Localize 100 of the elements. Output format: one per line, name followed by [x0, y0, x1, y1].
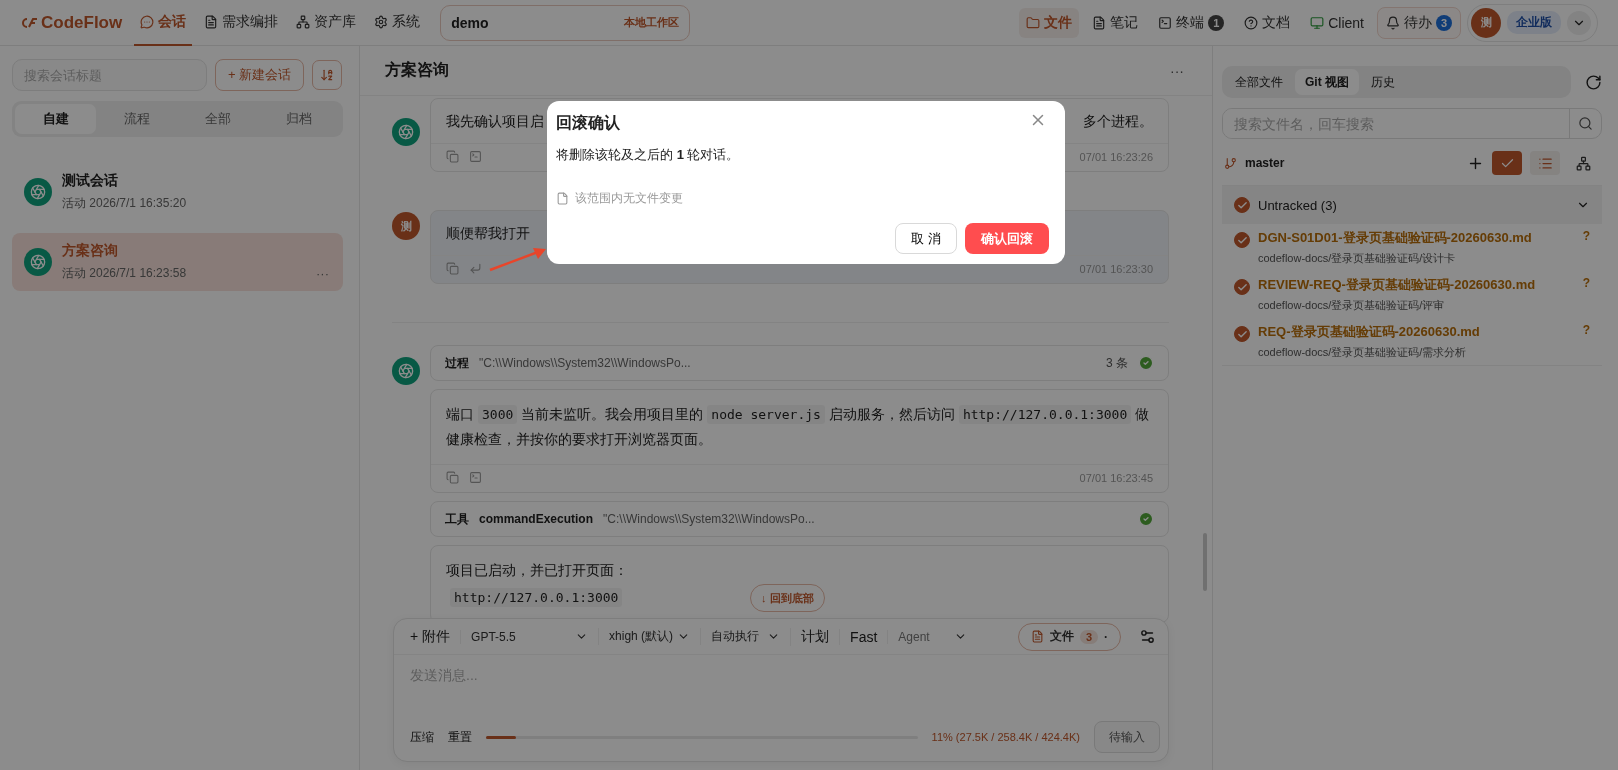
hierarchy-icon: [296, 14, 311, 29]
file-path: codeflow-docs/登录页基础验证码/评审: [1258, 298, 1446, 313]
tool-call-card[interactable]: 工具 commandExecution "C:\\Windows\\System32\\WindowsPo...: [430, 501, 1169, 537]
file-checkbox[interactable]: [1234, 326, 1250, 342]
session-item[interactable]: 方案咨询 活动 2026/7/1 16:23:58 ···: [12, 233, 343, 291]
reset-button[interactable]: 重置: [448, 728, 472, 746]
process-card[interactable]: 过程 "C:\\Windows\\System32\\WindowsPo... 3 条: [430, 345, 1169, 381]
sort-icon: [320, 68, 335, 82]
document-icon: [1092, 15, 1107, 30]
file-checkbox[interactable]: [1234, 279, 1250, 295]
session-item[interactable]: 测试会话 活动 2026/7/1 16:35:20: [12, 163, 343, 221]
confirm-button[interactable]: 确认回滚: [965, 223, 1049, 254]
file-item[interactable]: REQ-登录页基础验证码-20260630.md codeflow-docs/登录页基础验证码/需求分析 ?: [1222, 318, 1602, 365]
user-avatar: 测: [1471, 7, 1501, 38]
copy-icon[interactable]: [446, 471, 459, 484]
view-tab[interactable]: 全部文件: [1225, 69, 1293, 95]
file-icon: [556, 192, 569, 205]
more-icon[interactable]: ···: [316, 266, 329, 281]
file-path: codeflow-docs/登录页基础验证码/需求分析: [1258, 345, 1468, 360]
toolbar-tab[interactable]: 文件: [1019, 7, 1080, 38]
file-path: codeflow-docs/登录页基础验证码/设计卡: [1258, 251, 1457, 266]
step-label: 工具: [445, 510, 469, 528]
assistant-avatar: [24, 178, 52, 206]
toolbar-tab[interactable]: 终端 1: [1151, 7, 1232, 38]
file-group-header[interactable]: Untracked (3): [1222, 186, 1602, 224]
toolbar-tab[interactable]: Client: [1303, 7, 1371, 38]
agent-select[interactable]: Agent: [887, 629, 978, 644]
dialog-note: 该范围内无文件变更: [575, 190, 683, 207]
message-paragraph: 端口 3000 当前未监听。我会用项目里的 node server.js 启动服务，然后访问 http://127.0.0.1:3000 做健康检查，并按你的要求打开浏览器页面。: [446, 404, 1151, 449]
mode-select[interactable]: 自动执行: [700, 628, 791, 645]
plan-toggle[interactable]: 计划: [790, 627, 840, 646]
filter-tab[interactable]: 全部: [177, 104, 259, 134]
file-item[interactable]: REVIEW-REQ-登录页基础验证码-20260630.md codeflow-docs/登录页基础验证码/评审 ?: [1222, 271, 1602, 318]
workspace-selector[interactable]: demo 本地工作区: [440, 4, 691, 41]
view-tab[interactable]: 历史: [1361, 69, 1405, 95]
filter-tab[interactable]: 归档: [258, 104, 340, 134]
scroll-to-bottom-button[interactable]: ↓ 回到底部: [750, 584, 825, 612]
dialog-message: 将删除该轮及之后的 1 轮对话。: [556, 146, 741, 164]
list-view-button[interactable]: [1530, 151, 1560, 175]
nav-tab[interactable]: 需求编排: [198, 0, 285, 46]
plan-badge: 企业版: [1507, 11, 1561, 34]
toolbar-tab[interactable]: 笔记: [1085, 7, 1146, 38]
cancel-button[interactable]: 取 消: [895, 223, 957, 254]
context-usage-text: 11% (27.5K / 258.4K / 424.4K): [931, 731, 1080, 743]
send-button[interactable]: 待输入: [1094, 721, 1160, 753]
effort-select[interactable]: xhigh (默认): [598, 628, 701, 645]
view-tab[interactable]: Git 视图: [1295, 69, 1359, 95]
branch-icon: [1224, 156, 1237, 170]
document-icon: [1030, 630, 1044, 643]
tool-name: commandExecution: [479, 512, 594, 526]
session-title: 方案咨询: [62, 242, 119, 260]
todo-button[interactable]: 待办 3: [1377, 6, 1461, 39]
files-button[interactable]: 文件 3 ·: [1017, 622, 1121, 651]
group-label: Untracked (3): [1258, 197, 1337, 213]
dropdown-button[interactable]: [1567, 10, 1591, 35]
group-checkbox[interactable]: [1234, 197, 1250, 213]
file-status: ?: [1582, 276, 1590, 290]
new-session-button[interactable]: + 新建会话: [215, 59, 305, 91]
copy-icon[interactable]: [446, 262, 459, 275]
document-icon: [204, 14, 219, 29]
step-detail: "C:\\Windows\\System32\\WindowsPo...: [479, 356, 691, 370]
toolbar-tab[interactable]: 文档: [1237, 7, 1298, 38]
attach-button[interactable]: + 附件: [410, 627, 461, 646]
nav-tab[interactable]: 系统: [368, 0, 427, 46]
model-select[interactable]: GPT-5.5: [460, 629, 599, 644]
assistant-avatar: [392, 357, 420, 385]
more-icon[interactable]: ···: [1170, 62, 1184, 79]
filter-tab[interactable]: 流程: [96, 104, 178, 134]
hierarchy-icon: [1575, 155, 1591, 171]
terminal-icon[interactable]: [469, 150, 482, 163]
message-text: 顺便帮我打开: [446, 225, 530, 243]
file-status: ?: [1582, 323, 1590, 337]
message-text: 多个进程。: [1083, 113, 1153, 131]
sort-button[interactable]: [312, 60, 343, 90]
nav-tab[interactable]: 资产库: [290, 0, 363, 46]
nav-tab[interactable]: 会话: [134, 0, 193, 46]
check-icon: [1236, 281, 1248, 293]
app-logo[interactable]: CodeFlow: [20, 12, 123, 33]
fast-toggle[interactable]: Fast: [839, 628, 888, 645]
check-icon: [1236, 328, 1248, 340]
user-avatar: 测: [392, 212, 420, 240]
session-title: 测试会话: [62, 172, 119, 190]
copy-icon[interactable]: [446, 150, 459, 163]
compress-button[interactable]: 压缩: [410, 728, 434, 746]
workspace-tag: 本地工作区: [624, 15, 680, 30]
terminal-icon[interactable]: [469, 471, 482, 484]
file-checkbox[interactable]: [1234, 232, 1250, 248]
filter-tab[interactable]: 自建: [15, 104, 97, 134]
commit-button[interactable]: [1492, 151, 1522, 175]
settings-icon[interactable]: [1139, 628, 1156, 645]
file-item[interactable]: DGN-S01D01-登录页基础验证码-20260630.md codeflow-docs/登录页基础验证码/设计卡 ?: [1222, 224, 1602, 271]
refresh-icon[interactable]: [1585, 73, 1602, 91]
conversation-title: 方案咨询: [385, 60, 449, 80]
session-activity: 活动 2026/7/1 16:23:58: [62, 265, 187, 282]
help-icon: [1244, 15, 1259, 30]
chat-bubble-icon: [140, 14, 155, 29]
message-paragraph: 项目已启动，并已打开页面：: [446, 561, 629, 580]
monitor-icon: [1310, 15, 1325, 30]
message-text: 我先确认项目启: [446, 113, 544, 131]
return-arrow-icon[interactable]: [469, 262, 482, 275]
